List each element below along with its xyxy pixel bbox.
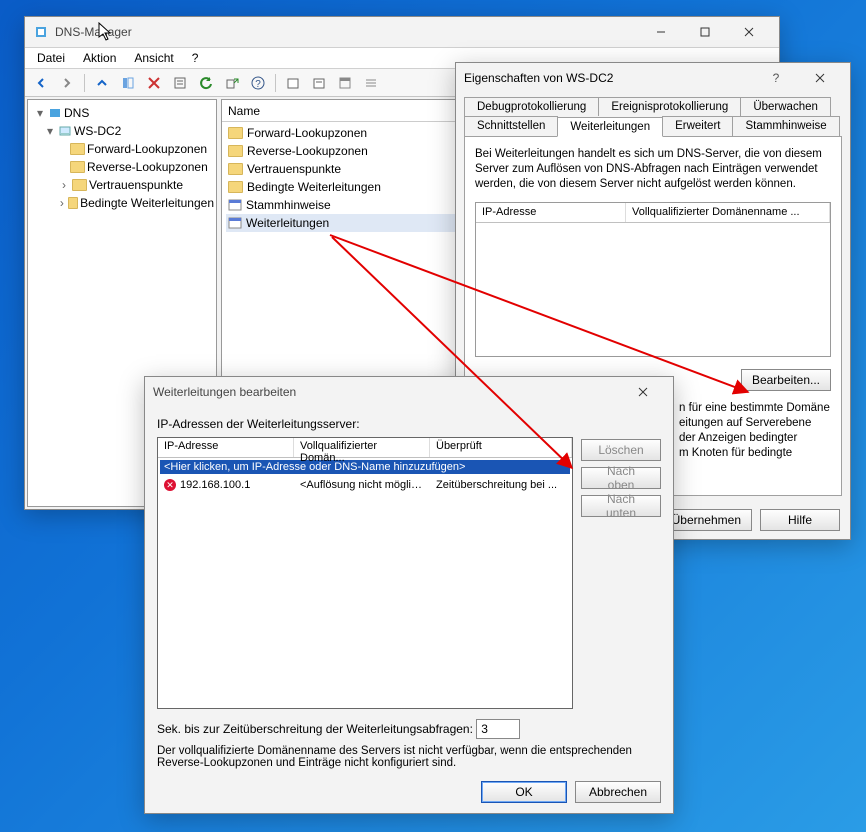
tab-event[interactable]: Ereignisprotokollierung [598, 97, 741, 116]
menu-view[interactable]: Ansicht [126, 49, 181, 67]
menu-help[interactable]: ? [184, 49, 207, 67]
help-button[interactable]: ? [754, 64, 798, 92]
verified-value: Zeitüberschreitung bei ... [430, 479, 572, 491]
tree-item-label: Reverse-Lookupzonen [87, 160, 208, 174]
tab-monitor[interactable]: Überwachen [740, 97, 831, 116]
tab-debug[interactable]: Debugprotokollierung [464, 97, 599, 116]
col-fqdn[interactable]: Vollqualifizierter Domän... [294, 438, 430, 457]
folder-icon [70, 161, 85, 173]
server-icon [58, 124, 72, 138]
titlebar[interactable]: DNS-Manager [25, 17, 779, 47]
col-fqdn[interactable]: Vollqualifizierter Domänenname ... [626, 203, 830, 222]
app-icon [33, 24, 49, 40]
folder-icon [228, 181, 243, 193]
close-button[interactable] [621, 378, 665, 406]
list-item-label: Vertrauenspunkte [247, 162, 341, 176]
edit-forwarders-dialog: Weiterleitungen bearbeiten IP-Adressen d… [144, 376, 674, 814]
titlebar[interactable]: Weiterleitungen bearbeiten [145, 377, 673, 407]
titlebar[interactable]: Eigenschaften von WS-DC2 ? [456, 63, 850, 93]
tree-server[interactable]: ▾ WS-DC2 [30, 122, 214, 140]
col-ip[interactable]: IP-Adresse [158, 438, 294, 457]
tree-server-label: WS-DC2 [74, 124, 121, 138]
menu-action[interactable]: Aktion [75, 49, 124, 67]
move-down-button[interactable]: Nach unten [581, 495, 661, 517]
folder-icon [228, 163, 243, 175]
forwarders-note: n für eine bestimmte Domäne eitungen auf… [679, 401, 830, 461]
col-verified[interactable]: Überprüft [430, 438, 572, 457]
ok-button[interactable]: OK [481, 781, 567, 803]
list-header-name: Name [228, 104, 260, 118]
filter-button[interactable] [333, 72, 357, 94]
new-zone-button[interactable] [281, 72, 305, 94]
properties-button[interactable] [168, 72, 192, 94]
folder-icon [70, 143, 85, 155]
forward-icon [228, 216, 242, 230]
tree-item-label: Bedingte Weiterleitungen [80, 196, 214, 210]
maximize-button[interactable] [683, 18, 727, 46]
window-title: DNS-Manager [55, 25, 132, 39]
tab-advanced[interactable]: Erweitert [662, 116, 733, 136]
delete-ip-button[interactable]: Löschen [581, 439, 661, 461]
dns-icon [48, 106, 62, 120]
move-up-button[interactable]: Nach oben [581, 467, 661, 489]
ip-list-label: IP-Adressen der Weiterleitungsserver: [157, 417, 661, 431]
forwarders-blurb: Bei Weiterleitungen handelt es sich um D… [475, 147, 831, 192]
add-ip-placeholder[interactable]: <Hier klicken, um IP-Adresse oder DNS-Na… [160, 460, 570, 474]
help-button-bottom[interactable]: Hilfe [760, 509, 840, 531]
folder-icon [228, 145, 243, 157]
help-button[interactable]: ? [246, 72, 270, 94]
tree-folder[interactable]: ›Vertrauenspunkte [30, 176, 214, 194]
tree-root[interactable]: ▾ DNS [30, 104, 214, 122]
folder-icon [228, 127, 243, 139]
tree-folder[interactable]: Reverse-Lookupzonen [30, 158, 214, 176]
up-button[interactable] [90, 72, 114, 94]
list-item-label: Weiterleitungen [246, 216, 329, 230]
cancel-button[interactable]: Abbrechen [575, 781, 661, 803]
list-item-label: Reverse-Lookupzonen [247, 144, 368, 158]
dialog-title: Weiterleitungen bearbeiten [153, 385, 296, 399]
hint-icon [228, 198, 242, 212]
delete-button[interactable] [142, 72, 166, 94]
timeout-input[interactable] [476, 719, 520, 739]
list-item-label: Stammhinweise [246, 198, 331, 212]
tree-item-label: Forward-Lookupzonen [87, 142, 207, 156]
close-button[interactable] [798, 64, 842, 92]
list-button[interactable] [359, 72, 383, 94]
list-item-label: Forward-Lookupzonen [247, 126, 367, 140]
folder-icon [68, 197, 78, 209]
tree-root-label: DNS [64, 106, 89, 120]
timeout-label: Sek. bis zur Zeitüberschreitung der Weit… [157, 722, 473, 736]
tree-item-label: Vertrauenspunkte [89, 178, 183, 192]
list-item-label: Bedingte Weiterleitungen [247, 180, 381, 194]
error-icon: ✕ [164, 479, 176, 491]
forwarders-list[interactable]: IP-Adresse Vollqualifizierter Domänennam… [475, 202, 831, 357]
tab-forwarders[interactable]: Weiterleitungen [557, 117, 663, 137]
edit-forwarders-button[interactable]: Bearbeiten... [741, 369, 831, 391]
cursor-icon [98, 22, 114, 42]
new-record-button[interactable] [307, 72, 331, 94]
tab-interfaces[interactable]: Schnittstellen [464, 116, 558, 136]
export-button[interactable] [220, 72, 244, 94]
menu-file[interactable]: Datei [29, 49, 73, 67]
tree-folder[interactable]: Forward-Lookupzonen [30, 140, 214, 158]
fqdn-value: <Auflösung nicht möglic... [294, 479, 430, 491]
minimize-button[interactable] [639, 18, 683, 46]
back-button[interactable] [29, 72, 53, 94]
ip-list[interactable]: IP-Adresse Vollqualifizierter Domän... Ü… [157, 437, 573, 709]
refresh-button[interactable] [194, 72, 218, 94]
close-button[interactable] [727, 18, 771, 46]
forward-button[interactable] [55, 72, 79, 94]
fqdn-hint: Der vollqualifizierte Domänenname des Se… [157, 745, 657, 769]
tab-roothints[interactable]: Stammhinweise [732, 116, 839, 136]
dialog-title: Eigenschaften von WS-DC2 [464, 71, 613, 85]
show-hide-tree-button[interactable] [116, 72, 140, 94]
tree-folder[interactable]: ›Bedingte Weiterleitungen [30, 194, 214, 212]
ip-value: 192.168.100.1 [180, 479, 250, 491]
svg-text:?: ? [255, 79, 261, 90]
col-ip[interactable]: IP-Adresse [476, 203, 626, 222]
folder-icon [72, 179, 87, 191]
ip-row[interactable]: ✕ 192.168.100.1 <Auflösung nicht möglic.… [158, 476, 572, 494]
apply-button[interactable]: Übernehmen [661, 509, 752, 531]
